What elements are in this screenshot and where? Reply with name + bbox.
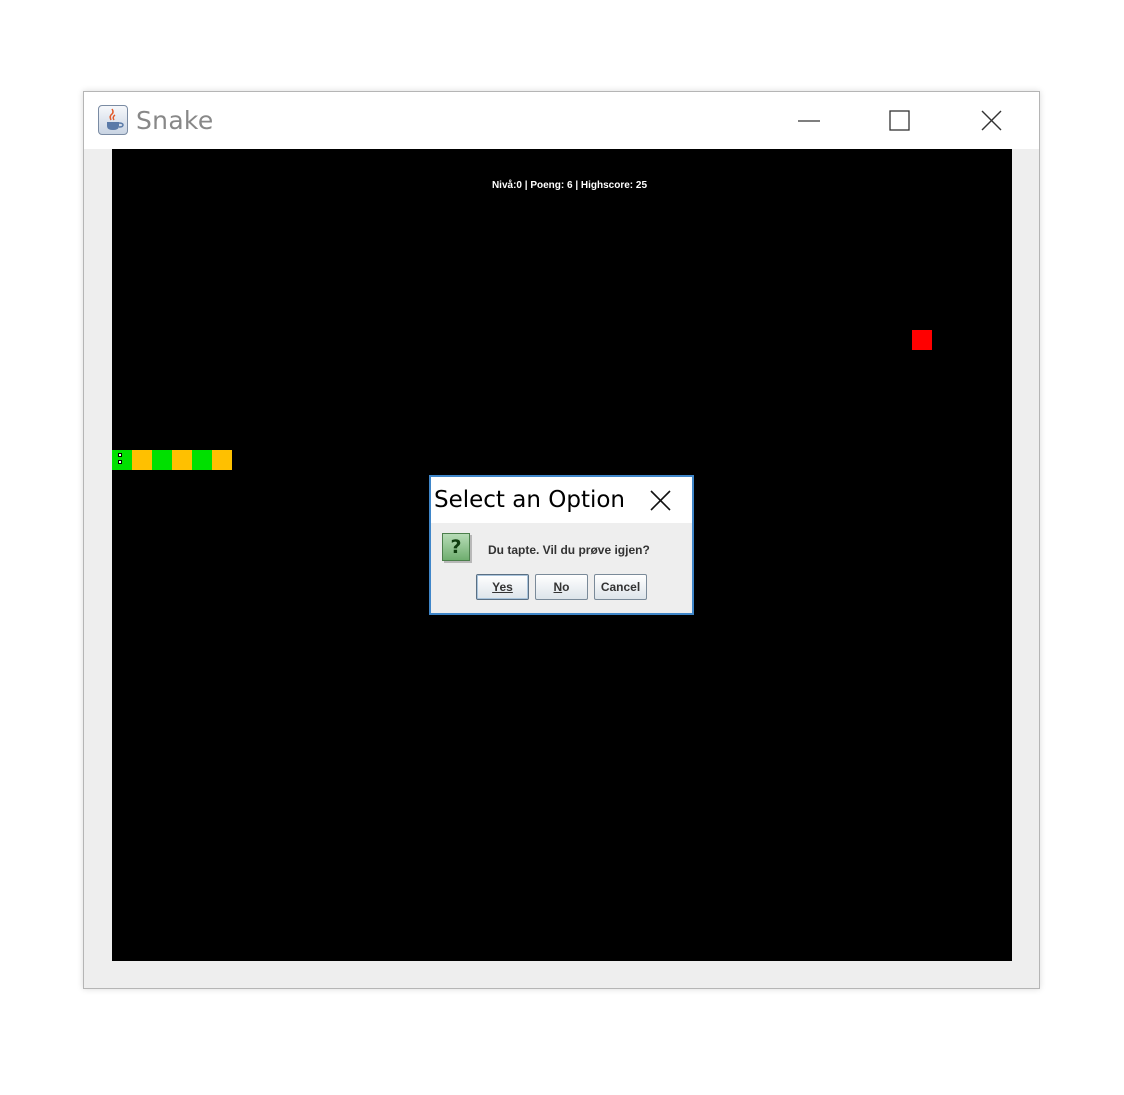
minimize-button[interactable] [778, 92, 838, 149]
food-apple [912, 330, 932, 350]
no-label-rest: o [562, 580, 570, 594]
score-hud: Nivå:0 | Poeng: 6 | Highscore: 25 [491, 180, 648, 191]
yes-label-rest: es [499, 580, 513, 594]
close-icon [981, 110, 1002, 131]
dialog-title: Select an Option [434, 487, 626, 513]
snake-head [112, 450, 132, 470]
yes-button[interactable]: Yes [476, 574, 529, 600]
snake-eye [118, 453, 122, 457]
java-coffee-icon [98, 105, 128, 135]
maximize-icon [889, 110, 910, 131]
no-mnemonic: N [553, 580, 563, 594]
minimize-icon [798, 120, 820, 122]
dialog-close-button[interactable] [643, 485, 677, 517]
snake-segment [152, 450, 172, 470]
dialog-title-bar[interactable]: Select an Option [431, 477, 692, 523]
snake-segment [132, 450, 152, 470]
snake-segment [192, 450, 212, 470]
maximize-button[interactable] [869, 92, 929, 149]
snake-segment [172, 450, 192, 470]
title-bar[interactable]: Snake [84, 92, 1039, 149]
snake-segment [212, 450, 232, 470]
snake-eye [118, 460, 122, 464]
close-button[interactable] [961, 92, 1021, 149]
no-button[interactable]: No [535, 574, 588, 600]
cancel-button[interactable]: Cancel [594, 574, 647, 600]
window-title: Snake [136, 106, 214, 135]
dialog-message: Du tapte. Vil du prøve igjen? [488, 543, 650, 557]
question-icon: ? [442, 533, 470, 561]
option-dialog: Select an Option ? Du tapte. Vil du prøv… [429, 475, 694, 615]
close-icon [650, 490, 671, 511]
